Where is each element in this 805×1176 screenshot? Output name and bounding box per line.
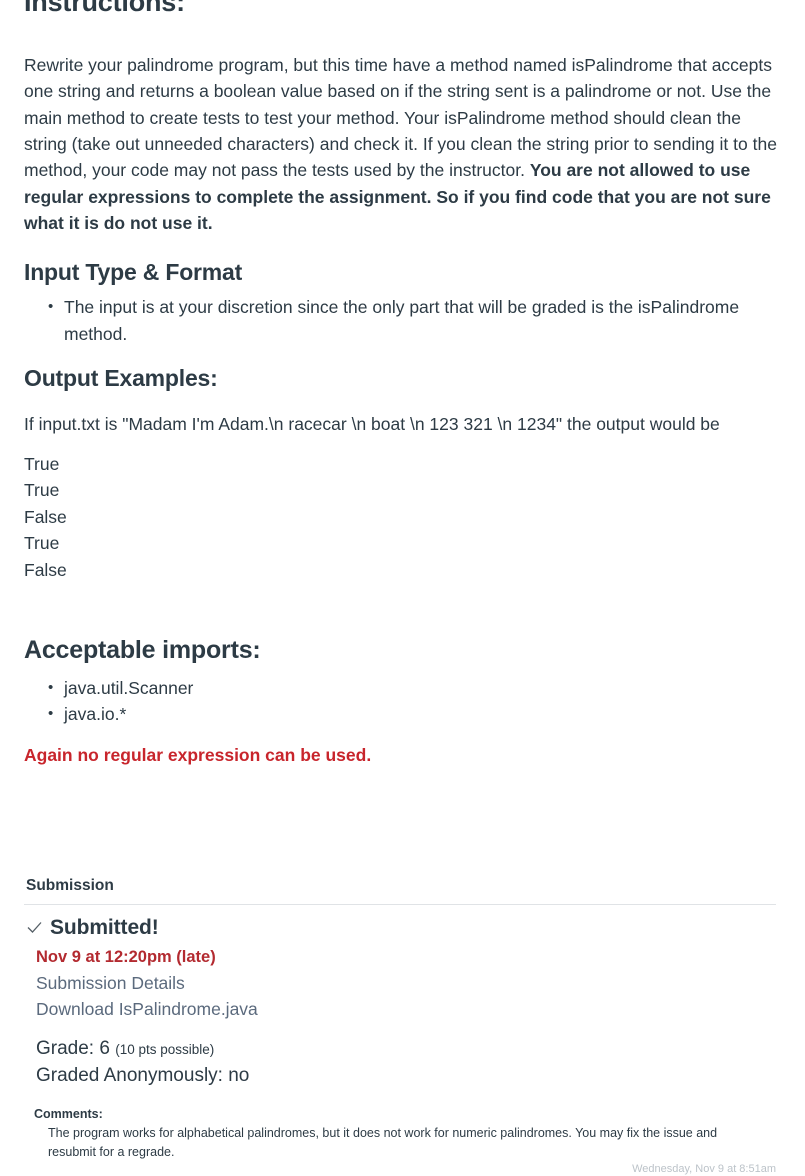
list-item: java.io.*	[48, 701, 781, 728]
comments-label: Comments:	[34, 1107, 103, 1121]
output-line: False	[24, 506, 67, 527]
instructions-paragraph: Rewrite your palindrome program, but thi…	[24, 52, 781, 237]
submission-date: Nov 9 at 12:20pm (late)	[36, 948, 216, 967]
comments-panel: Comments: The program works for alphabet…	[34, 1106, 776, 1175]
assignment-page: Instructions: Rewrite your palindrome pr…	[0, 0, 805, 1175]
submission-panel: Submission Submitted! Nov 9 at 12:20pm (…	[24, 876, 776, 1022]
grade-panel: Grade: 6 (10 pts possible) Graded Anonym…	[36, 1036, 776, 1089]
status-badge: Submitted!	[50, 916, 159, 939]
output-section-title: Output Examples:	[24, 364, 218, 391]
page-title: Instructions:	[24, 0, 185, 17]
output-line: True	[24, 453, 60, 474]
comments-timestamp: Wednesday, Nov 9 at 8:51am	[632, 1163, 776, 1175]
imports-bullet-list: java.util.Scanner java.io.*	[24, 675, 781, 728]
graded-anonymously-row: Graded Anonymously: no	[36, 1065, 250, 1086]
output-line: True	[24, 480, 60, 501]
list-item: java.util.Scanner	[48, 675, 781, 702]
submitted-status-row: Submitted!	[26, 915, 776, 940]
download-submission-link[interactable]: Download IsPalindrome.java	[36, 996, 776, 1022]
check-icon	[26, 919, 43, 936]
output-intro-text: If input.txt is "Madam I'm Adam.\n racec…	[24, 413, 720, 434]
submission-details-link[interactable]: Submission Details	[36, 970, 776, 996]
regex-warning-note: Again no regular expression can be used.	[24, 744, 372, 765]
divider	[24, 904, 776, 905]
output-line: True	[24, 533, 60, 554]
output-example-lines: True True False True False	[24, 451, 781, 583]
imports-section-title: Acceptable imports:	[24, 635, 261, 664]
input-bullet-list: The input is at your discretion since th…	[24, 294, 781, 347]
grade-row: Grade: 6 (10 pts possible)	[36, 1036, 776, 1063]
input-section-title: Input Type & Format	[24, 258, 243, 285]
output-line: False	[24, 559, 67, 580]
submission-heading: Submission	[26, 877, 114, 894]
comments-body: The program works for alphabetical palin…	[48, 1126, 718, 1159]
grade-value: Grade: 6	[36, 1038, 110, 1059]
list-item: The input is at your discretion since th…	[48, 294, 781, 347]
points-possible: (10 pts possible)	[115, 1042, 215, 1057]
